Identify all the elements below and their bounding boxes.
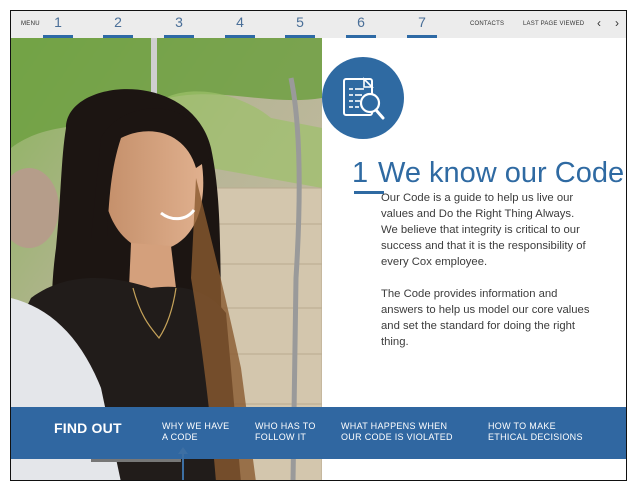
- intro-paragraph: Our Code is a guide to help us live our …: [381, 192, 586, 268]
- find-out-pointer-icon: [178, 447, 188, 454]
- find-out-what-happens-when-violated[interactable]: WHAT HAPPENS WHEN OUR CODE IS VIOLATED: [341, 421, 453, 443]
- find-out-item-line: WHAT HAPPENS WHEN: [341, 421, 448, 431]
- page-tab-label: 3: [175, 14, 183, 30]
- page-tab-5[interactable]: 5: [285, 15, 315, 38]
- page-tab-4[interactable]: 4: [225, 15, 255, 38]
- chevron-right-icon[interactable]: ›: [612, 16, 622, 30]
- section-badge: [322, 57, 404, 139]
- find-out-item-line: WHY WE HAVE: [162, 421, 230, 431]
- find-out-bar: FIND OUT WHY WE HAVE A CODE WHO HAS TO F…: [11, 407, 626, 459]
- find-out-pointer-line: [182, 454, 184, 480]
- document-magnifier-icon: [343, 77, 385, 120]
- chevron-left-icon[interactable]: ‹: [594, 16, 604, 30]
- find-out-title: FIND OUT: [54, 420, 122, 436]
- find-out-item-line: ETHICAL DECISIONS: [488, 432, 583, 442]
- find-out-item-line: A CODE: [162, 432, 198, 442]
- page-tab-label: 1: [54, 14, 62, 30]
- page-tab-6[interactable]: 6: [346, 15, 376, 38]
- page-tab-2[interactable]: 2: [103, 15, 133, 38]
- top-navigation-bar: MENU 1 2 3 4 5 6 7 CONTACTS LAST PAGE VI…: [11, 11, 626, 38]
- find-out-item-line: WHO HAS TO: [255, 421, 316, 431]
- section-number-underline: [354, 191, 384, 194]
- hero-content: 1 We know our Code Our Code is a guide t…: [322, 38, 626, 408]
- page-tab-label: 2: [114, 14, 122, 30]
- find-out-item-line: HOW TO MAKE: [488, 421, 556, 431]
- page-tabs: 1 2 3 4 5 6 7: [43, 11, 463, 38]
- page-tab-1[interactable]: 1: [43, 15, 73, 38]
- find-out-how-to-make-ethical-decisions[interactable]: HOW TO MAKE ETHICAL DECISIONS: [488, 421, 583, 443]
- last-page-viewed-link[interactable]: LAST PAGE VIEWED: [523, 21, 584, 27]
- find-out-who-has-to-follow-it[interactable]: WHO HAS TO FOLLOW IT: [255, 421, 316, 443]
- find-out-item-line: FOLLOW IT: [255, 432, 307, 442]
- page-tab-label: 5: [296, 14, 304, 30]
- page-tab-label: 4: [236, 14, 244, 30]
- page-title: We know our Code: [378, 157, 625, 189]
- contacts-link[interactable]: CONTACTS: [470, 21, 504, 27]
- page-tab-label: 6: [357, 14, 365, 30]
- code-paragraph: The Code provides information and answer…: [381, 288, 590, 348]
- section-number: 1: [352, 157, 369, 189]
- page-frame: MENU 1 2 3 4 5 6 7 CONTACTS LAST PAGE VI…: [10, 10, 627, 481]
- page-tab-3[interactable]: 3: [164, 15, 194, 38]
- menu-button[interactable]: MENU: [21, 21, 40, 27]
- find-out-why-we-have-a-code[interactable]: WHY WE HAVE A CODE: [162, 421, 229, 443]
- page-tab-label: 7: [418, 14, 426, 30]
- page-tab-7[interactable]: 7: [407, 15, 437, 38]
- find-out-item-line: OUR CODE IS VIOLATED: [341, 432, 453, 442]
